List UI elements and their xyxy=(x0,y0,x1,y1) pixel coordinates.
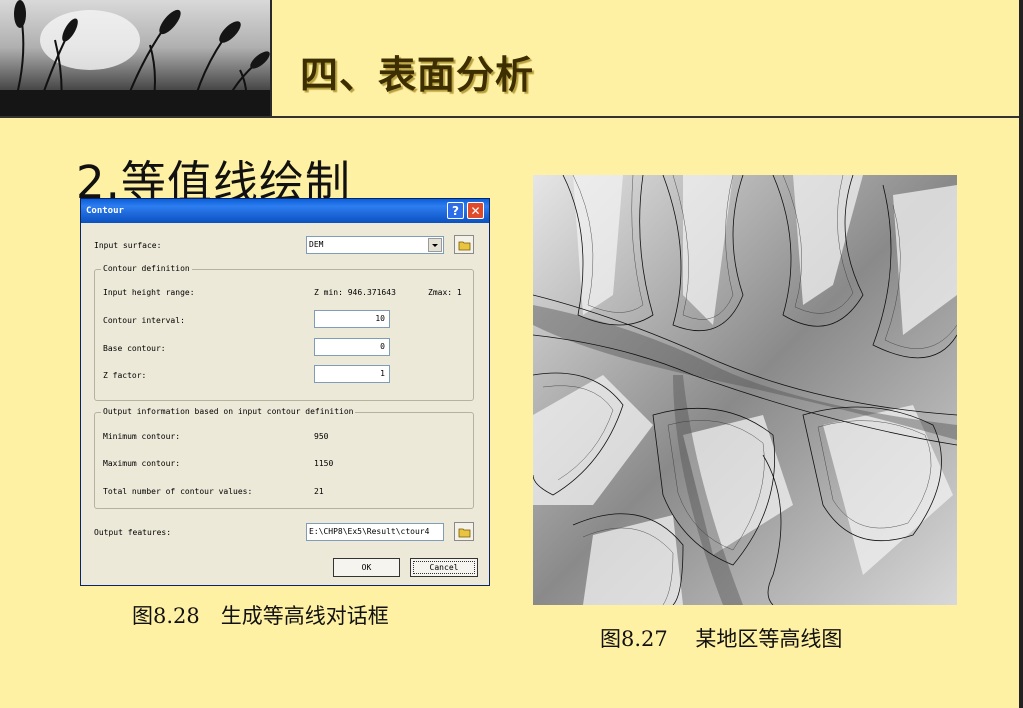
output-information-legend: Output information based on input contou… xyxy=(101,407,356,416)
input-surface-select[interactable]: DEM xyxy=(306,236,444,254)
zmin-value: Z min: 946.371643 xyxy=(314,288,396,297)
ok-button[interactable]: OK xyxy=(333,558,400,577)
contour-dialog: Contour ? ✕ Input surface: DEM Contour d… xyxy=(80,198,490,586)
max-contour-label: Maximum contour: xyxy=(103,459,181,468)
wheat-field-photo xyxy=(0,0,270,118)
contour-definition-legend: Contour definition xyxy=(101,264,192,273)
open-folder-icon[interactable] xyxy=(454,235,474,254)
z-factor-input[interactable]: 1 xyxy=(314,365,390,383)
base-contour-label: Base contour: xyxy=(103,344,166,353)
dialog-titlebar[interactable]: Contour ? ✕ xyxy=(81,199,489,223)
output-features-label: Output features: xyxy=(94,528,172,537)
contour-interval-label: Contour interval: xyxy=(103,316,185,325)
total-contour-label: Total number of contour values: xyxy=(103,487,253,496)
zmax-value: Zmax: 1 xyxy=(428,288,462,297)
header-divider-vertical xyxy=(270,0,272,118)
contour-interval-input[interactable]: 10 xyxy=(314,310,390,328)
contour-map-image xyxy=(533,175,957,605)
max-contour-value: 1150 xyxy=(314,459,334,468)
caption-dialog-figure: 图8.28 生成等高线对话框 xyxy=(132,604,389,628)
chevron-down-icon[interactable] xyxy=(428,238,442,252)
header-divider-horizontal xyxy=(0,116,1023,118)
height-range-label: Input height range: xyxy=(103,288,195,297)
caption-map-figure: 图8.27 某地区等高线图 xyxy=(600,627,843,651)
output-features-input[interactable]: E:\CHP8\Ex5\Result\ctour4 xyxy=(306,523,444,541)
help-button[interactable]: ? xyxy=(447,202,464,219)
open-folder-icon[interactable] xyxy=(454,522,474,541)
min-contour-label: Minimum contour: xyxy=(103,432,181,441)
z-factor-label: Z factor: xyxy=(103,371,147,380)
cancel-button[interactable]: Cancel xyxy=(410,558,478,577)
base-contour-input[interactable]: 0 xyxy=(314,338,390,356)
input-surface-label: Input surface: xyxy=(94,241,162,250)
total-contour-value: 21 xyxy=(314,487,324,496)
slide-right-border xyxy=(1019,0,1023,708)
slide-title: 四、表面分析 xyxy=(300,53,535,97)
dialog-title: Contour xyxy=(86,206,124,216)
min-contour-value: 950 xyxy=(314,432,329,441)
input-surface-value: DEM xyxy=(309,240,324,249)
close-button[interactable]: ✕ xyxy=(467,202,484,219)
